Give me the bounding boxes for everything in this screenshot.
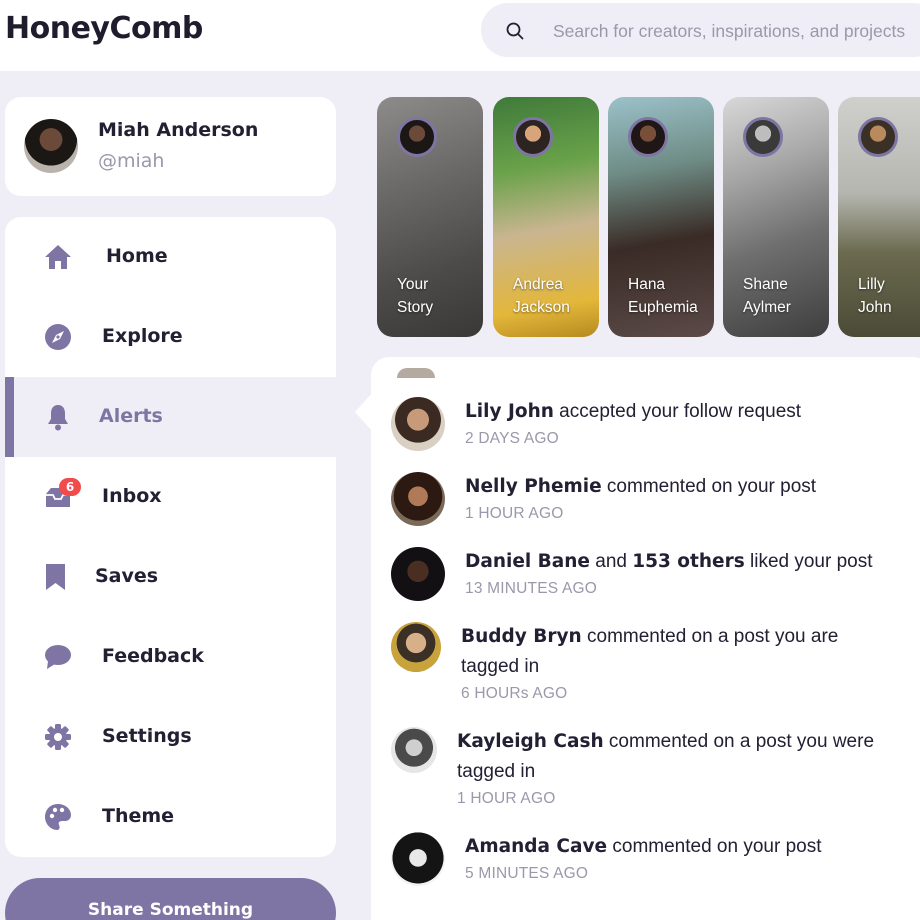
notification-user[interactable]: Amanda Cave [465,836,607,857]
sidebar-item-explore[interactable]: Explore [5,297,336,377]
story-name-line1: Lilly [858,276,885,293]
sidebar-item-label: Theme [102,805,175,827]
search-input[interactable] [553,17,920,45]
bookmark-icon [46,564,65,590]
sidebar-item-label: Saves [95,565,159,587]
notification-user[interactable]: Kayleigh Cash [457,731,604,752]
notification-time: 1 HOUR AGO [465,505,564,522]
compass-icon [45,324,71,350]
story-name: Shane Aylmer [743,273,829,319]
avatar[interactable] [391,472,445,526]
app-logo[interactable]: HoneyComb [5,11,203,46]
notification-message: liked your post [744,551,873,572]
story-avatar [858,117,898,157]
notification-time: 13 MINUTES AGO [465,580,597,597]
sidebar-item-inbox[interactable]: 6 Inbox [5,457,336,537]
profile-name: Miah Anderson [98,119,259,141]
notifications-panel: Lily John accepted your follow request 2… [371,357,920,920]
sidebar: Home Explore Alerts 6 Inbox Saves Feedba… [5,217,336,857]
notification-text: Nelly Phemie commented on your post [465,472,816,502]
avatar [397,368,435,378]
notification-text: Lily John accepted your follow request [465,397,801,427]
notification-time: 2 DAYS AGO [465,430,559,447]
notification-message: commented on a post you are [581,626,839,647]
notification-message: commented on your post [607,836,822,857]
story-card-hana-euphemia[interactable]: Hana Euphemia [608,97,714,337]
avatar[interactable] [391,622,441,672]
story-name: Andrea Jackson [513,273,599,319]
sidebar-item-settings[interactable]: Settings [5,697,336,777]
notification-user[interactable]: Lily John [465,401,554,422]
story-name: Lilly John [858,273,920,319]
story-avatar [397,117,437,157]
avatar[interactable] [24,119,78,173]
notification-time: 1 HOUR AGO [457,790,556,807]
notification-user-count[interactable]: 153 others [632,551,744,572]
avatar[interactable] [391,397,445,451]
avatar[interactable] [391,832,445,886]
sidebar-item-label: Feedback [102,645,204,667]
sidebar-item-label: Home [106,245,168,267]
notification-text: Buddy Bryn commented on a post you are [461,622,838,652]
notification-message: commented on a post you were [603,731,875,752]
palette-icon [45,804,71,830]
sidebar-item-home[interactable]: Home [5,217,336,297]
sidebar-item-alerts[interactable]: Alerts [5,377,336,457]
story-name: Your Story [397,273,483,319]
sidebar-item-feedback[interactable]: Feedback [5,617,336,697]
search-icon[interactable] [505,21,525,41]
story-avatar [513,117,553,157]
notification-text-continued: tagged in [457,761,536,782]
sidebar-item-label: Alerts [99,405,163,427]
sidebar-item-label: Inbox [102,485,162,507]
sidebar-item-label: Explore [102,325,183,347]
bell-icon [48,405,68,431]
notification-time: 5 MINUTES AGO [465,865,589,882]
profile-card[interactable]: Miah Anderson @miah [5,97,336,196]
notification-user[interactable]: Buddy Bryn [461,626,582,647]
story-name-line2: Jackson [513,299,570,316]
notification-connector: and [589,551,633,572]
notification-message: commented on your post [601,476,817,497]
story-name-line1: Your [397,276,429,293]
gear-icon [45,724,71,750]
chat-bubble-icon [45,645,71,669]
story-card-shane-aylmer[interactable]: Shane Aylmer [723,97,829,337]
story-name-line2: Euphemia [628,299,698,316]
notification-text: Amanda Cave commented on your post [465,832,821,862]
top-navbar: HoneyComb [0,0,920,71]
story-name: Hana Euphemia [628,273,714,319]
home-icon [45,245,71,269]
notification-text: Kayleigh Cash commented on a post you we… [457,727,874,757]
story-card-lilly-john[interactable]: Lilly John [838,97,920,337]
story-card-andrea-jackson[interactable]: Andrea Jackson [493,97,599,337]
story-avatar [743,117,783,157]
notification-user[interactable]: Nelly Phemie [465,476,602,497]
sidebar-item-saves[interactable]: Saves [5,537,336,617]
story-name-line2: John [858,299,892,316]
story-name-line2: Story [397,299,434,316]
avatar[interactable] [391,547,445,601]
notification-text-continued: tagged in [461,656,540,677]
story-name-line1: Andrea [513,276,563,293]
story-card-your-story[interactable]: Your Story [377,97,483,337]
notification-user[interactable]: Daniel Bane [465,551,590,572]
notification-message: accepted your follow request [553,401,802,422]
inbox-badge: 6 [59,478,81,496]
share-something-button[interactable]: Share Something [5,878,336,920]
avatar[interactable] [391,727,437,773]
story-avatar [628,117,668,157]
sidebar-item-theme[interactable]: Theme [5,777,336,857]
story-name-line1: Hana [628,276,666,293]
notification-time: 6 HOURs AGO [461,685,568,702]
story-name-line1: Shane [743,276,788,293]
search-bar[interactable] [481,3,920,57]
profile-handle: @miah [98,150,165,172]
sidebar-item-label: Settings [102,725,192,747]
story-name-line2: Aylmer [743,299,791,316]
notification-text: Daniel Bane and 153 others liked your po… [465,547,873,577]
